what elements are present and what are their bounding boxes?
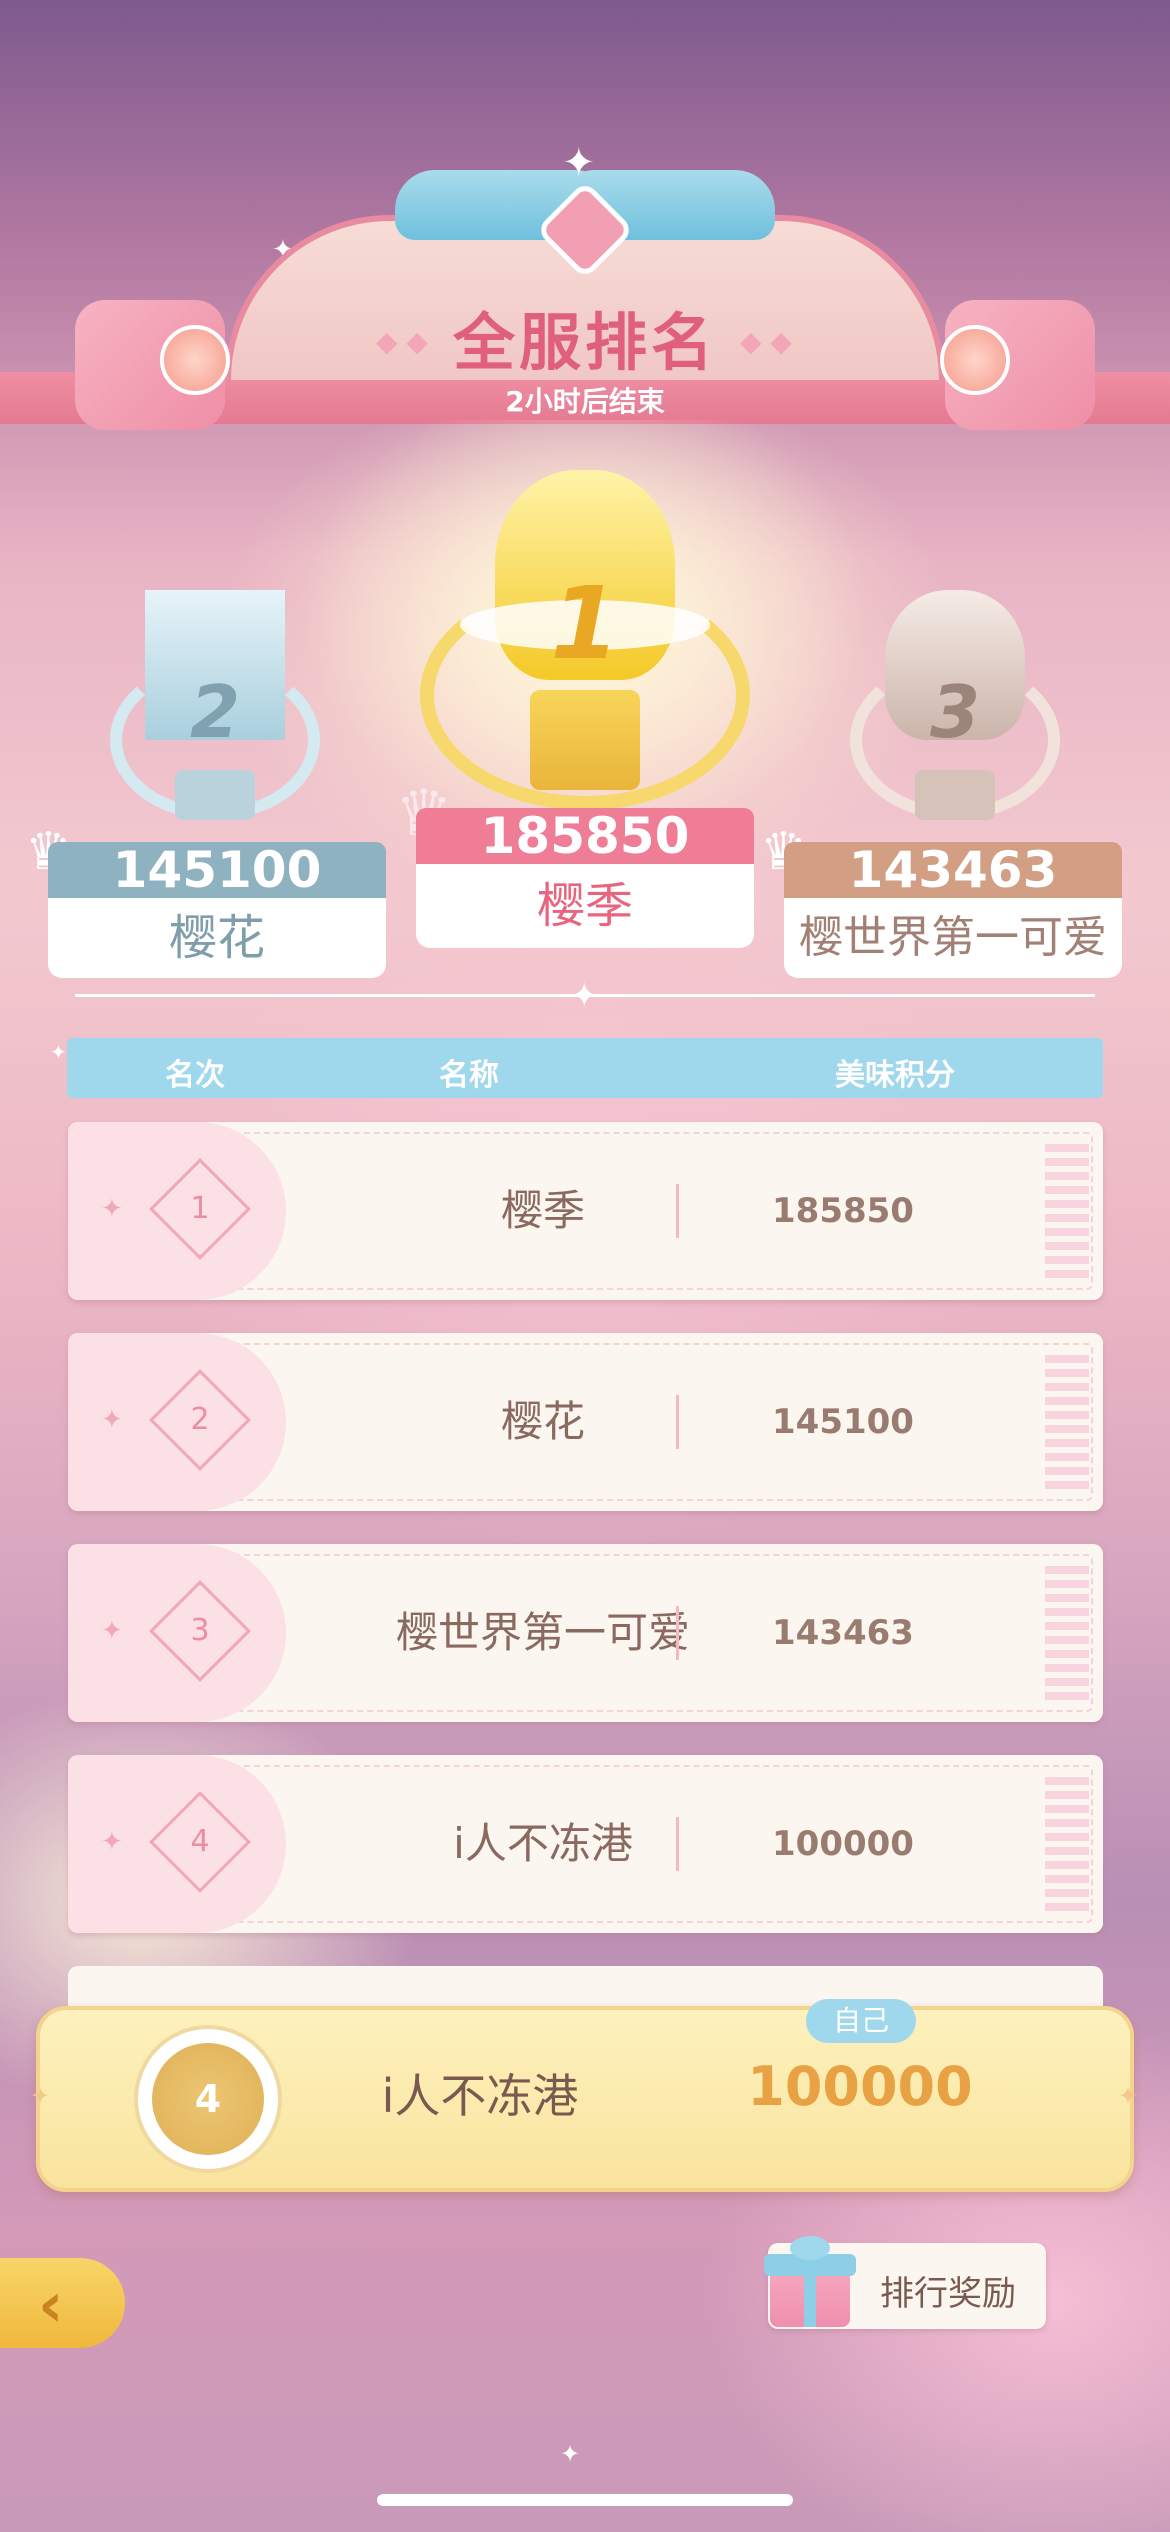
row-name: 樱季 xyxy=(500,1186,585,1235)
table-header: 名次 名称 美味积分 xyxy=(67,1038,1103,1098)
podium-1-score: 185850 xyxy=(416,808,754,864)
sparkle-icon: ✦ xyxy=(50,1040,67,1064)
star-icon: ✦ xyxy=(562,140,596,186)
row-divider xyxy=(676,1184,679,1238)
sparkle-icon: ✦ xyxy=(560,2440,581,2468)
home-indicator[interactable] xyxy=(377,2494,793,2506)
sparkle-icon: ✦ xyxy=(101,1194,123,1224)
back-arrow-icon: ‹ xyxy=(38,2268,64,2341)
row-score: 143463 xyxy=(772,1613,914,1653)
self-tag: 自己 xyxy=(806,1999,916,2043)
trophy-rank-number: 3 xyxy=(929,670,981,754)
sparkle-icon: ✦ xyxy=(1118,2082,1139,2110)
table-row[interactable]: ✦ 4 i人不冻港 100000 xyxy=(68,1755,1103,1933)
row-rank: 3 xyxy=(190,1613,210,1648)
row-score: 100000 xyxy=(772,1824,914,1864)
row-score: 185850 xyxy=(772,1191,914,1231)
podium-1-name: 樱季 xyxy=(416,864,754,948)
trophy-base xyxy=(175,770,255,820)
table-row[interactable]: ✦ 3 樱世界第一可爱 143463 xyxy=(68,1544,1103,1722)
podium-3-score: 143463 xyxy=(784,842,1122,898)
rank-reward-label: 排行奖励 xyxy=(880,2274,1016,2314)
diamond-deco-icon: ◆ ◆ xyxy=(376,325,428,358)
podium-3-name: 樱世界第一可爱 xyxy=(784,898,1122,978)
table-row-partial xyxy=(68,1966,1103,2006)
sparkle-icon: ✦ xyxy=(101,1827,123,1857)
trophy-rank-number: 1 xyxy=(550,565,620,682)
trophy-base xyxy=(530,690,640,790)
sparkle-icon: ✦ xyxy=(101,1405,123,1435)
podium-2-name: 樱花 xyxy=(48,898,386,978)
diamond-deco-icon: ◆ ◆ xyxy=(740,325,792,358)
page-title: 全服排名 xyxy=(452,306,717,379)
row-divider xyxy=(676,1395,679,1449)
col-score: 美味积分 xyxy=(835,1058,955,1093)
row-rank: 4 xyxy=(190,1824,210,1859)
table-row[interactable]: ✦ 1 樱季 185850 xyxy=(68,1122,1103,1300)
row-divider xyxy=(676,1817,679,1871)
row-rank: 1 xyxy=(190,1191,210,1226)
col-rank: 名次 xyxy=(165,1058,225,1093)
sparkle-icon: ✦ xyxy=(30,2082,51,2110)
row-rank: 2 xyxy=(190,1402,210,1437)
sparkle-icon: ✦ xyxy=(101,1616,123,1646)
self-name: i人不冻港 xyxy=(381,2069,579,2123)
trophy-rank-number: 2 xyxy=(189,670,241,754)
ticket-stripes xyxy=(1045,1144,1089,1278)
row-divider xyxy=(676,1606,679,1660)
self-score: 100000 xyxy=(747,2055,973,2118)
countdown-text: 2小时后结束 xyxy=(505,385,665,418)
star-icon: ✦ xyxy=(570,976,599,1016)
gift-box-icon xyxy=(760,2232,860,2332)
row-name: 樱世界第一可爱 xyxy=(395,1608,690,1657)
col-name: 名称 xyxy=(439,1058,499,1093)
row-score: 145100 xyxy=(772,1402,914,1442)
table-row[interactable]: ✦ 2 樱花 145100 xyxy=(68,1333,1103,1511)
trophy-base xyxy=(915,770,995,820)
ticket-stripes xyxy=(1045,1566,1089,1700)
self-rank-number: 4 xyxy=(152,2043,264,2155)
ticket-stripes xyxy=(1045,1355,1089,1489)
row-name: 樱花 xyxy=(500,1397,585,1446)
ticket-stripes xyxy=(1045,1777,1089,1911)
podium-2-score: 145100 xyxy=(48,842,386,898)
row-name: i人不冻港 xyxy=(453,1819,633,1868)
